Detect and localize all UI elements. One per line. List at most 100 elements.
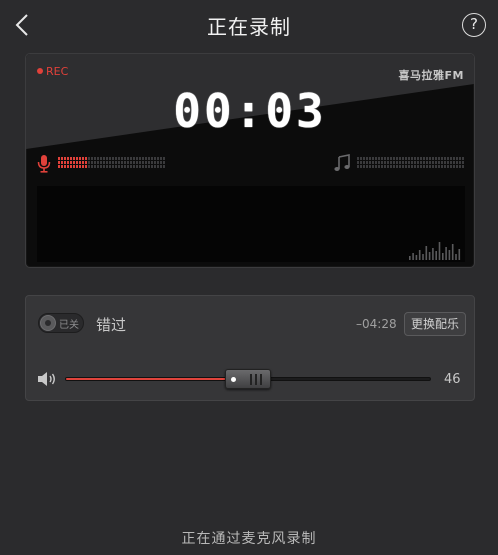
meter-segment bbox=[133, 157, 135, 160]
meter-segment bbox=[160, 161, 162, 164]
meter-segment bbox=[402, 157, 404, 160]
meter-segment bbox=[76, 157, 78, 160]
meter-segment bbox=[366, 165, 368, 168]
meter-segment bbox=[432, 161, 434, 164]
meter-segment bbox=[127, 165, 129, 168]
meter-segment bbox=[100, 165, 102, 168]
rec-label: REC bbox=[46, 65, 69, 78]
meter-segment bbox=[115, 161, 117, 164]
meter-segment bbox=[369, 161, 371, 164]
music-panel: 已关 错过 –04:28 更换配乐 46 bbox=[25, 295, 475, 401]
meter-segment bbox=[124, 157, 126, 160]
meter-segment bbox=[157, 165, 159, 168]
meter-segment bbox=[414, 157, 416, 160]
meter-segment bbox=[363, 161, 365, 164]
meter-segment bbox=[372, 165, 374, 168]
meter-segment bbox=[142, 165, 144, 168]
meter-segment bbox=[145, 161, 147, 164]
meter-segment bbox=[366, 157, 368, 160]
meter-segment bbox=[82, 161, 84, 164]
meter-segment bbox=[375, 161, 377, 164]
waveform-bar bbox=[438, 242, 441, 260]
change-music-button[interactable]: 更换配乐 bbox=[404, 312, 466, 336]
meter-segment bbox=[97, 161, 99, 164]
meter-segment bbox=[148, 165, 150, 168]
meter-segment bbox=[79, 161, 81, 164]
meter-segment bbox=[151, 165, 153, 168]
meter-segment bbox=[148, 161, 150, 164]
remaining-time: –04:28 bbox=[356, 317, 397, 331]
meter-segment bbox=[405, 161, 407, 164]
volume-slider-thumb[interactable] bbox=[225, 369, 271, 389]
meter-segment bbox=[459, 161, 461, 164]
meter-segment bbox=[429, 157, 431, 160]
meter-segment bbox=[142, 161, 144, 164]
meter-segment bbox=[100, 161, 102, 164]
meter-segment bbox=[133, 161, 135, 164]
help-button[interactable]: ? bbox=[462, 13, 486, 37]
meter-segment bbox=[154, 165, 156, 168]
meter-segment bbox=[163, 161, 165, 164]
meter-segment bbox=[88, 161, 90, 164]
meter-segment bbox=[402, 165, 404, 168]
meter-segment bbox=[79, 165, 81, 168]
rec-indicator: REC bbox=[37, 65, 68, 78]
meter-segment bbox=[118, 165, 120, 168]
meter-segment bbox=[420, 165, 422, 168]
meter-segment bbox=[396, 161, 398, 164]
volume-slider-fill bbox=[66, 378, 233, 380]
waveform-area bbox=[37, 186, 465, 262]
meter-segment bbox=[106, 165, 108, 168]
song-name: 错过 bbox=[96, 316, 127, 334]
meter-segment bbox=[94, 165, 96, 168]
waveform-bar bbox=[422, 254, 424, 260]
meter-segment bbox=[106, 161, 108, 164]
meter-segment bbox=[360, 165, 362, 168]
meter-segment bbox=[112, 165, 114, 168]
nav-bar: 正在录制 ? bbox=[0, 0, 498, 50]
meter-segment bbox=[73, 165, 75, 168]
meter-segment bbox=[67, 161, 69, 164]
meter-segment bbox=[67, 165, 69, 168]
meter-segment bbox=[154, 161, 156, 164]
meter-segment bbox=[121, 161, 123, 164]
meter-segment bbox=[124, 165, 126, 168]
meter-segment bbox=[390, 161, 392, 164]
meter-segment bbox=[148, 157, 150, 160]
meter-segment bbox=[97, 157, 99, 160]
page-title: 正在录制 bbox=[207, 15, 291, 39]
meter-segment bbox=[136, 161, 138, 164]
meter-segment bbox=[417, 165, 419, 168]
meter-segment bbox=[70, 161, 72, 164]
toggle-knob bbox=[40, 315, 56, 331]
music-toggle[interactable]: 已关 bbox=[38, 313, 84, 333]
music-level-meter bbox=[357, 157, 464, 168]
meter-segment bbox=[375, 165, 377, 168]
meter-segment bbox=[88, 157, 90, 160]
meter-segment bbox=[121, 157, 123, 160]
meter-segment bbox=[61, 165, 63, 168]
meter-segment bbox=[369, 157, 371, 160]
meter-segment bbox=[127, 157, 129, 160]
waveform-bars bbox=[409, 242, 461, 260]
meter-segment bbox=[456, 161, 458, 164]
waveform-bar bbox=[425, 246, 428, 260]
meter-segment bbox=[136, 157, 138, 160]
meter-segment bbox=[139, 165, 141, 168]
meter-segment bbox=[157, 161, 159, 164]
meter-segment bbox=[109, 161, 111, 164]
meter-segment bbox=[64, 165, 66, 168]
mic-level-meter bbox=[58, 157, 165, 168]
meter-segment bbox=[456, 157, 458, 160]
meter-segment bbox=[441, 161, 443, 164]
waveform-bar bbox=[415, 255, 418, 260]
meter-segment bbox=[357, 165, 359, 168]
waveform-bar bbox=[412, 253, 414, 260]
meter-segment bbox=[426, 157, 428, 160]
meter-segment bbox=[438, 157, 440, 160]
meter-segment bbox=[363, 157, 365, 160]
meter-segment bbox=[130, 161, 132, 164]
meter-segment bbox=[160, 157, 162, 160]
meter-segment bbox=[453, 165, 455, 168]
meter-segment bbox=[459, 165, 461, 168]
